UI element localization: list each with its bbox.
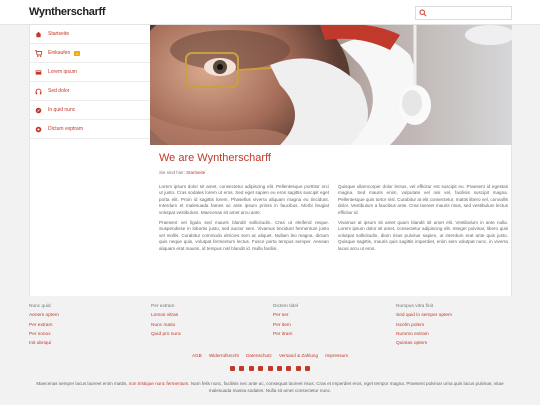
footer-heading: Numpus vitra finit <box>396 304 434 309</box>
footer-bottom-text: Maecenas semper lacus laoreet enim matti… <box>28 381 512 394</box>
sidebar-item-einkaufen[interactable]: Einkaufen 0 <box>30 44 150 63</box>
main-content: We are Wyntherscharff Sie sind hier: Sta… <box>150 25 512 296</box>
mail-icon[interactable] <box>229 366 235 371</box>
footer-legal-links: AGB Widerrufsrecht Datenschutz Versand &… <box>0 353 540 358</box>
footer-column: Nunc quid Aenem optem Per extram Per son… <box>29 302 139 348</box>
top-bar: Wyntherscharff <box>0 0 540 25</box>
sidebar-item-sed-dolor[interactable]: Sed dolor <box>30 82 150 101</box>
footer-link[interactable]: Aenem optem <box>29 311 139 320</box>
footer-link[interactable]: Nunc matio <box>151 321 261 330</box>
link-datenschutz[interactable]: Datenschutz <box>246 353 272 358</box>
sidebar-item-in-quid-nunc[interactable]: In quid nunc <box>30 101 150 120</box>
footer-column: Dictem tidel Per ser Per item Per itram <box>273 302 383 339</box>
sidebar-item-label: Dictum exptram <box>48 126 84 132</box>
footer-heading: Per extram <box>151 304 175 309</box>
text-column-right: Quisque ullamcorper dolor lectus, vel ef… <box>338 184 508 256</box>
footer-link[interactable]: Per itram <box>273 330 383 339</box>
footer-link[interactable]: Per sonox <box>29 330 139 339</box>
footer-heading: Nunc quid <box>29 304 51 309</box>
footer-link[interactable]: Per extram <box>29 321 139 330</box>
hero-photo <box>150 25 512 145</box>
paragraph: Praesent vel ligula sed mauris blandit s… <box>159 220 329 251</box>
social-icons <box>0 366 540 373</box>
facebook-icon[interactable] <box>239 366 245 371</box>
footer-link[interactable]: Quid pro nunc <box>151 330 261 339</box>
footer-column: Numpus vitra finit Sed quid in semper op… <box>396 302 506 348</box>
sidebar-item-label: Startseite <box>48 31 70 37</box>
footer-link[interactable]: Init ubriqui <box>29 339 139 348</box>
footer-link[interactable]: Iscelm polem <box>396 321 506 330</box>
link-widerrufsrecht[interactable]: Widerrufsrecht <box>209 353 239 358</box>
compass-icon <box>35 107 42 113</box>
bottom-text-link[interactable]: non tristique nunc fermentum <box>129 381 189 386</box>
twitter-icon[interactable] <box>248 366 254 371</box>
cart-icon <box>35 49 42 57</box>
sidebar-item-lorem-ipsum[interactable]: Lorem ipsum <box>30 63 150 82</box>
xing-icon[interactable] <box>276 366 282 371</box>
paragraph: Vivamus at ipsum sit amet quam blandit s… <box>338 220 508 251</box>
breadcrumb-prefix: Sie sind hier: <box>159 170 186 175</box>
headphones-icon <box>35 88 42 94</box>
footer-link[interactable]: Nummo extram <box>396 330 506 339</box>
globe-icon <box>35 126 42 132</box>
pinterest-icon[interactable] <box>295 366 301 371</box>
home-icon <box>35 31 42 37</box>
linkedin-icon[interactable] <box>267 366 273 371</box>
footer-link[interactable]: Lomos vitras <box>151 311 261 320</box>
sidebar-item-label: In quid nunc <box>48 107 76 113</box>
youtube-icon[interactable] <box>258 366 264 371</box>
paragraph: Lorem ipsum dolor sit amet, consectetur … <box>159 184 329 215</box>
rss-icon[interactable] <box>305 366 311 371</box>
link-agb[interactable]: AGB <box>192 353 202 358</box>
search-icon[interactable] <box>419 9 427 17</box>
hero-image <box>150 25 512 145</box>
link-versand-zahlung[interactable]: Versand & Zahlung <box>279 353 318 358</box>
breadcrumb-link-startseite[interactable]: Startseite <box>186 170 205 175</box>
cart-count-badge: 0 <box>74 50 81 56</box>
sidebar-item-label: Sed dolor <box>48 88 70 94</box>
footer-link[interactable]: Quintas optem <box>396 339 506 348</box>
bottom-text-start: Maecenas semper lacus laoreet enim matti… <box>36 381 129 386</box>
breadcrumb: Sie sind hier: Startseite <box>159 170 205 175</box>
text-column-left: Lorem ipsum dolor sit amet, consectetur … <box>159 184 329 256</box>
bottom-text-end: . Nam felis nunc, facilisis nec ante ac,… <box>188 381 504 393</box>
footer-heading: Dictem tidel <box>273 304 299 309</box>
sidebar: Startseite Einkaufen 0 Lorem ipsum Sed d… <box>29 25 150 296</box>
sidebar-item-dictum-exptram[interactable]: Dictum exptram <box>30 120 150 139</box>
site-logo[interactable]: Wyntherscharff <box>29 6 106 18</box>
footer-link[interactable]: Per item <box>273 321 383 330</box>
footer-link[interactable]: Sed quid in semper optem <box>396 311 506 320</box>
link-impressum[interactable]: Impressum <box>325 353 348 358</box>
sidebar-item-label: Lorem ipsum <box>48 69 77 75</box>
page-title: We are Wyntherscharff <box>159 152 271 164</box>
footer-column: Per extram Lomos vitras Nunc matio Quid … <box>151 302 261 339</box>
sidebar-item-label: Einkaufen <box>48 50 71 56</box>
footer-link[interactable]: Per ser <box>273 311 383 320</box>
tag-icon <box>35 69 42 75</box>
sidebar-item-startseite[interactable]: Startseite <box>30 25 150 44</box>
instagram-icon[interactable] <box>286 366 292 371</box>
paragraph: Quisque ullamcorper dolor lectus, vel ef… <box>338 184 508 215</box>
search-input[interactable] <box>415 6 512 20</box>
